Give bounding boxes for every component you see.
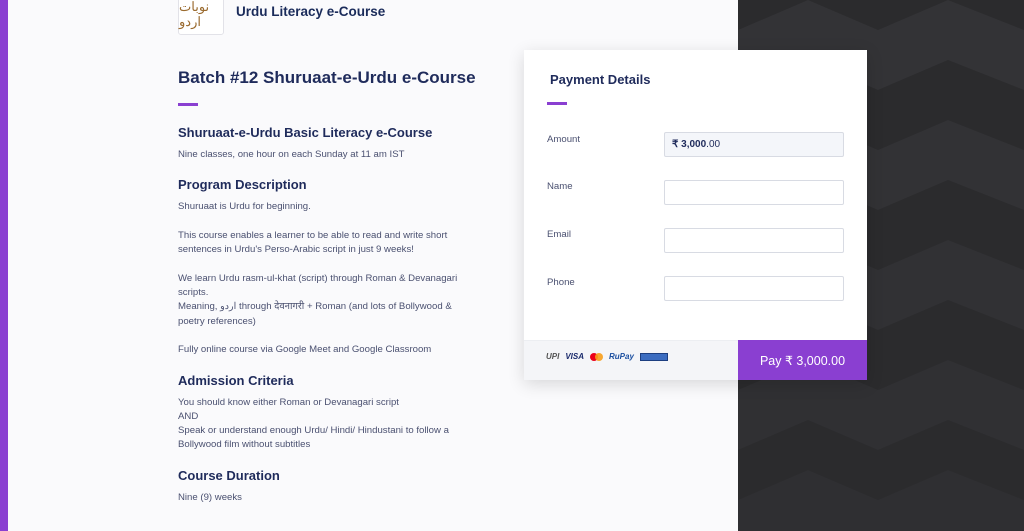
payment-card: Payment Details Amount ₹ 3,000.00 Name E… <box>524 50 867 380</box>
program-paragraph-3b: Meaning, اردو through देवनागरी + Roman (… <box>178 301 452 327</box>
payment-title: Payment Details <box>550 72 651 87</box>
payment-methods: UPI VISA RuPay <box>546 352 668 361</box>
logo[interactable]: نوبات اردو <box>178 0 224 35</box>
visa-icon: VISA <box>565 352 585 361</box>
admission-line-3: Speak or understand enough Urdu/ Hindi/ … <box>178 425 449 451</box>
left-accent-strip <box>0 0 8 531</box>
course-details: Batch #12 Shuruaat-e-Urdu e-Course Shuru… <box>178 66 478 505</box>
netbanking-icon <box>639 352 668 361</box>
program-paragraph-2: This course enables a learner to be able… <box>178 229 448 256</box>
duration-value: Nine (9) weeks <box>178 491 242 503</box>
org-name: Urdu Literacy e-Course <box>236 4 386 19</box>
phone-label: Phone <box>547 277 575 288</box>
page-title: Batch #12 Shuruaat-e-Urdu e-Course <box>178 68 476 87</box>
pay-button[interactable]: Pay ₹ 3,000.00 <box>738 340 867 380</box>
phone-field[interactable] <box>664 276 844 301</box>
logo-text: نوبات اردو <box>179 0 210 30</box>
email-label: Email <box>547 229 571 240</box>
name-label: Name <box>547 181 573 192</box>
upi-icon: UPI <box>546 352 560 361</box>
name-field[interactable] <box>664 180 844 205</box>
email-field[interactable] <box>664 228 844 253</box>
admission-heading: Admission Criteria <box>178 372 294 388</box>
admission-line-1: You should know either Roman or Devanaga… <box>178 396 399 408</box>
program-paragraph-4: Fully online course via Google Meet and … <box>178 344 432 356</box>
schedule-text: Nine classes, one hour on each Sunday at… <box>178 149 405 160</box>
program-paragraph-1: Shuruaat is Urdu for beginning. <box>178 201 311 213</box>
amount-label: Amount <box>547 134 581 145</box>
title-accent-bar <box>178 103 198 106</box>
program-heading: Program Description <box>178 177 307 193</box>
admission-line-2: AND <box>178 410 199 422</box>
payment-accent-bar <box>547 102 567 105</box>
mastercard-icon <box>590 352 604 361</box>
amount-value: ₹ 3,000 <box>672 139 707 150</box>
amount-field: ₹ 3,000.00 <box>664 132 844 157</box>
rupay-icon: RuPay <box>609 352 634 361</box>
duration-heading: Course Duration <box>178 467 280 483</box>
amount-decimal: .00 <box>706 139 721 150</box>
program-paragraph-3a: We learn Urdu rasm-ul-khat (script) thro… <box>178 272 458 299</box>
course-subtitle: Shuruaat-e-Urdu Basic Literacy e-Course <box>178 125 433 140</box>
